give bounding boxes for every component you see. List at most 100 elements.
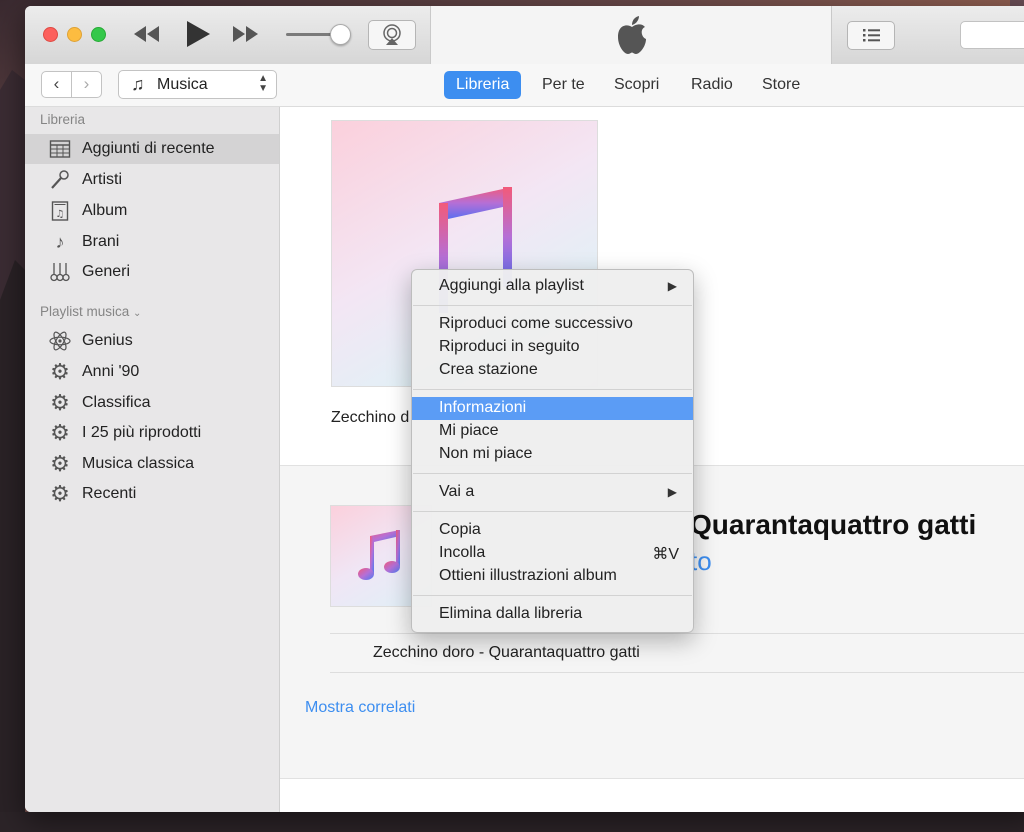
sidebar-item-label: Aggiunti di recente <box>82 140 215 157</box>
album-title: Quarantaquattro gatti <box>690 509 977 540</box>
sidebar-item-artists[interactable]: Artisti <box>25 165 279 195</box>
tab-per-te[interactable]: Per te <box>530 71 597 99</box>
sidebar-header-library: Libreria <box>40 112 86 127</box>
menu-item-label: Riproduci come successivo <box>439 315 633 332</box>
menu-item-love[interactable]: Mi piace <box>412 420 693 443</box>
sidebar-item-classifica[interactable]: ⚙ Classifica <box>25 388 279 418</box>
show-related-link[interactable]: Mostra correlati <box>305 699 415 717</box>
tab-radio[interactable]: Radio <box>679 71 745 99</box>
menu-item-dislike[interactable]: Non mi piace <box>412 443 693 466</box>
lcd-display <box>430 6 832 64</box>
svg-text:♫: ♫ <box>56 209 65 220</box>
menu-item-play-next[interactable]: Riproduci come successivo <box>412 313 693 336</box>
tab-store[interactable]: Store <box>750 71 812 99</box>
menu-separator <box>413 511 692 512</box>
sidebar-item-label: Genius <box>82 332 133 349</box>
title-bar <box>25 6 1024 65</box>
menu-item-delete-from-library[interactable]: Elimina dalla libreria <box>412 603 693 626</box>
apple-logo-icon <box>618 16 646 54</box>
back-button[interactable]: ‹ <box>41 71 72 98</box>
menu-item-label: Riproduci in seguito <box>439 338 580 355</box>
volume-slider-knob[interactable] <box>330 24 351 45</box>
chevron-left-icon: ‹ <box>53 74 60 93</box>
chevron-down-icon: ⌄ <box>133 308 142 319</box>
gear-icon: ⚙ <box>50 420 70 445</box>
menu-item-paste[interactable]: Incolla ⌘V <box>412 542 693 565</box>
rewind-icon[interactable] <box>133 25 161 43</box>
menu-item-label: Aggiungi alla playlist <box>439 277 584 294</box>
media-type-label: Musica <box>157 76 208 93</box>
sidebar-item-label: Anni '90 <box>82 363 140 380</box>
music-note-icon: ♫ <box>131 74 145 94</box>
album-caption[interactable]: Zecchino d <box>331 409 409 427</box>
menu-item-shortcut: ⌘V <box>652 546 679 563</box>
chevron-right-icon: › <box>83 74 90 93</box>
microphone-icon <box>51 170 69 189</box>
airplay-icon <box>383 24 401 45</box>
music-note-artwork-icon <box>358 530 400 580</box>
gear-icon: ⚙ <box>50 481 70 506</box>
sidebar-item-label: I 25 più riprodotti <box>82 424 202 441</box>
sidebar-item-label: Album <box>82 202 128 219</box>
sidebar: Libreria Aggiunti di recente Artisti ♫ A… <box>25 107 280 812</box>
sidebar-item-label: Generi <box>82 263 131 280</box>
sidebar-item-recently-added[interactable]: Aggiunti di recente <box>25 134 279 164</box>
up-next-button[interactable] <box>847 21 895 50</box>
playlist-header-label: Playlist musica <box>40 304 130 319</box>
sidebar-item-album[interactable]: ♫ Album <box>25 196 279 226</box>
track-title: Zecchino doro - Quarantaquattro gatti <box>373 644 640 661</box>
forward-button[interactable]: › <box>71 71 102 98</box>
sidebar-item-label: Musica classica <box>82 455 195 472</box>
updown-chevron-icon: ▲ ▼ <box>258 73 268 94</box>
menu-item-label: Mi piace <box>439 422 499 439</box>
sidebar-item-genres[interactable]: Generi <box>25 257 279 287</box>
zoom-window-button[interactable] <box>91 27 106 42</box>
sidebar-item-genius[interactable]: Genius <box>25 326 279 356</box>
list-icon <box>863 29 880 42</box>
minimize-window-button[interactable] <box>67 27 82 42</box>
sidebar-item-songs[interactable]: ♪ Brani <box>25 227 279 257</box>
menu-item-label: Incolla <box>439 544 486 561</box>
context-menu: Aggiungi alla playlist ▶ Riproduci come … <box>411 269 694 633</box>
menu-separator <box>413 473 692 474</box>
close-window-button[interactable] <box>43 27 58 42</box>
media-type-selector[interactable]: ♫ Musica ▲ ▼ <box>118 70 277 99</box>
play-icon[interactable] <box>185 20 211 48</box>
fast-forward-icon[interactable] <box>232 25 260 43</box>
menu-item-get-album-artwork[interactable]: Ottieni illustrazioni album <box>412 565 693 588</box>
sidebar-item-label: Artisti <box>82 171 122 188</box>
tab-scopri[interactable]: Scopri <box>602 71 671 99</box>
menu-separator <box>413 389 692 390</box>
guitars-icon <box>50 263 70 282</box>
airplay-button[interactable] <box>368 20 416 50</box>
gear-icon: ⚙ <box>50 451 70 476</box>
sidebar-item-recenti[interactable]: ⚙ Recenti <box>25 479 279 509</box>
menu-item-add-to-playlist[interactable]: Aggiungi alla playlist ▶ <box>412 275 693 298</box>
gear-icon: ⚙ <box>50 359 70 384</box>
sidebar-item-musica-classica[interactable]: ⚙ Musica classica <box>25 449 279 479</box>
album-icon: ♫ <box>51 201 69 221</box>
music-note-icon: ♪ <box>55 232 65 252</box>
sidebar-header-playlists[interactable]: Playlist musica ⌄ <box>40 304 141 319</box>
sidebar-item-label: Classifica <box>82 394 151 411</box>
search-field[interactable] <box>960 21 1024 49</box>
table-row[interactable]: Zecchino doro - Quarantaquattro gatti <box>330 633 1024 673</box>
submenu-arrow-icon: ▶ <box>667 485 677 499</box>
gear-icon: ⚙ <box>50 390 70 415</box>
submenu-arrow-icon: ▶ <box>667 279 677 293</box>
menu-item-go-to[interactable]: Vai a ▶ <box>412 481 693 504</box>
sidebar-item-label: Brani <box>82 233 120 250</box>
menu-item-label: Non mi piace <box>439 445 533 462</box>
menu-item-label: Ottieni illustrazioni album <box>439 567 617 584</box>
menu-item-get-info[interactable]: Informazioni <box>412 397 693 420</box>
sidebar-item-anni-90[interactable]: ⚙ Anni '90 <box>25 357 279 387</box>
grid-calendar-icon <box>49 140 71 158</box>
menu-item-copy[interactable]: Copia <box>412 519 693 542</box>
tab-libreria[interactable]: Libreria <box>444 71 522 99</box>
navigation-bar: ‹ › ♫ Musica ▲ ▼ Libreria Per te Scopri R… <box>25 64 1024 107</box>
menu-item-create-station[interactable]: Crea stazione <box>412 359 693 382</box>
menu-item-label: Crea stazione <box>439 361 538 378</box>
sidebar-item-top-25[interactable]: ⚙ I 25 più riprodotti <box>25 418 279 448</box>
menu-item-label: Elimina dalla libreria <box>439 605 583 622</box>
menu-item-play-later[interactable]: Riproduci in seguito <box>412 336 693 359</box>
